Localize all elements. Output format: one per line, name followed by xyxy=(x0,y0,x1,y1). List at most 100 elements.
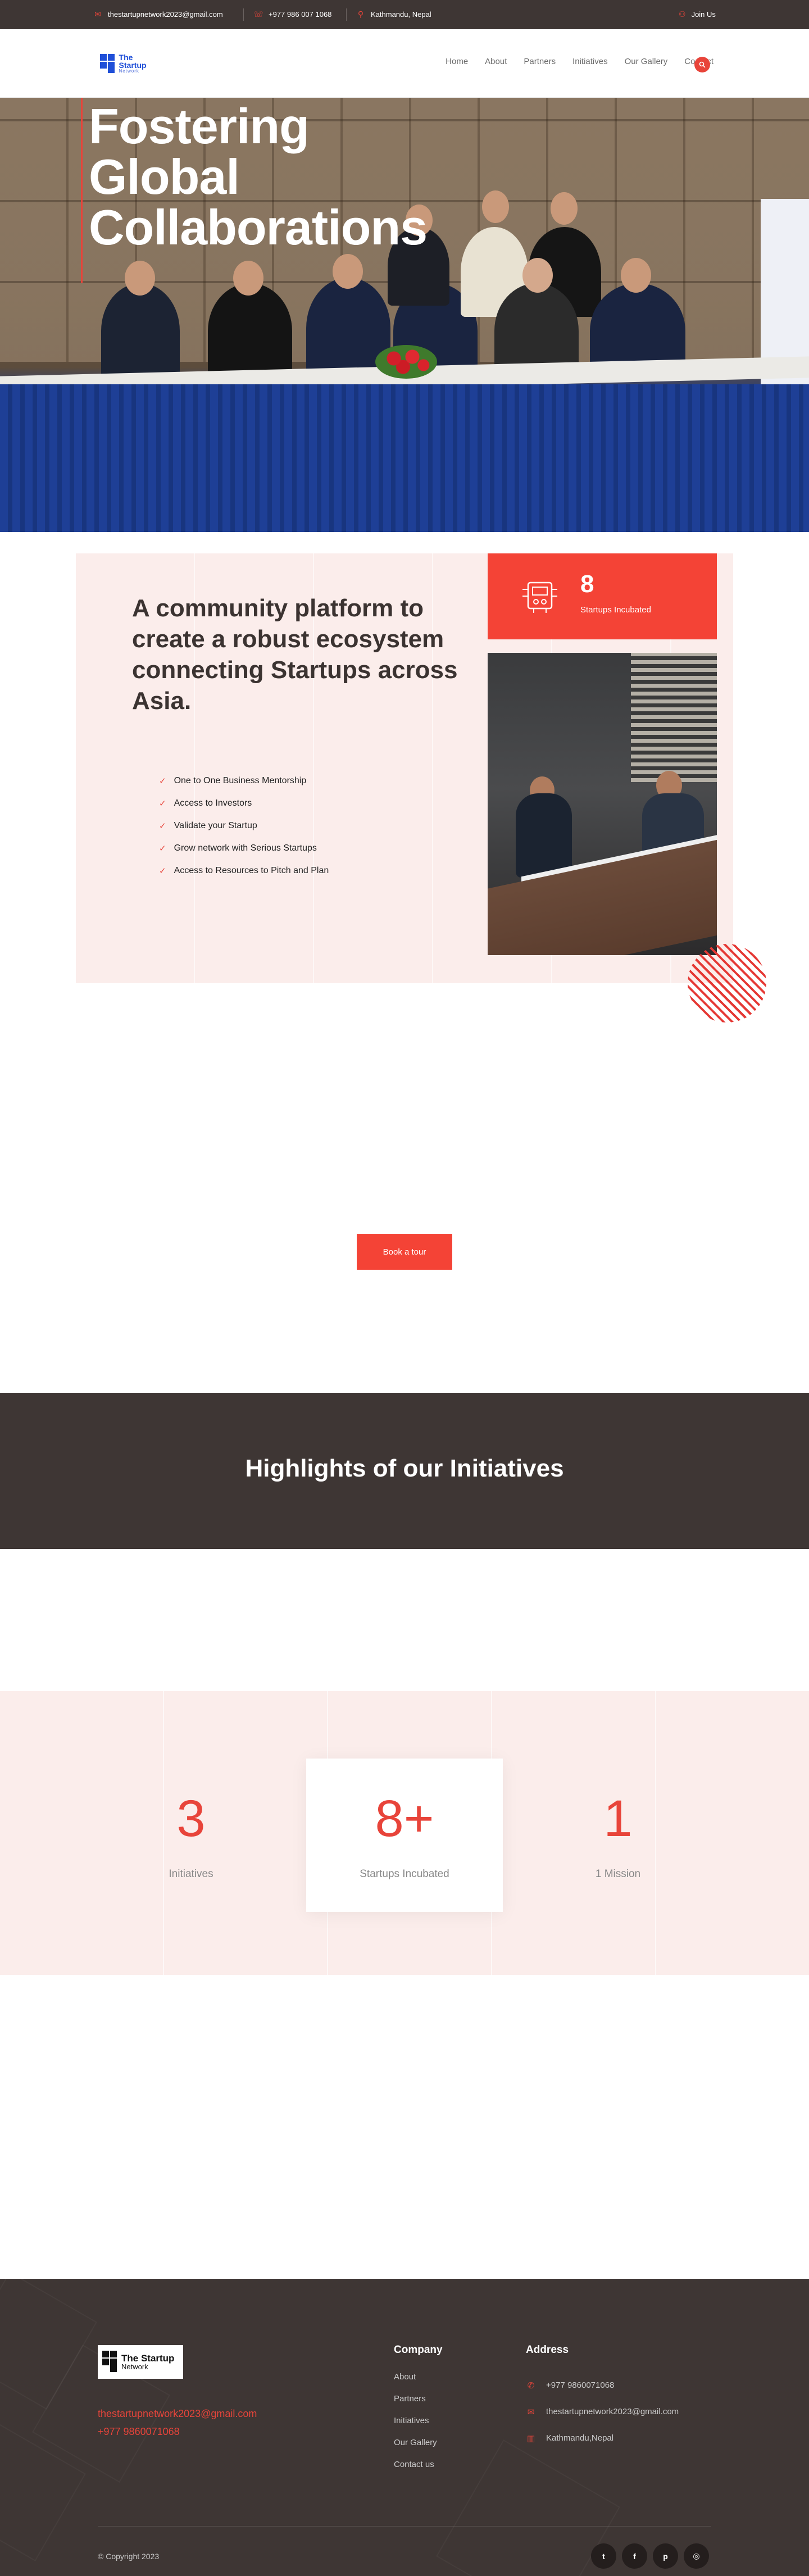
check-icon: ✓ xyxy=(159,821,166,831)
checklist-text: One to One Business Mentorship xyxy=(174,776,307,785)
nav-initiatives[interactable]: Initiatives xyxy=(572,57,608,66)
hero-title: Fostering Global Collaborations xyxy=(89,98,428,255)
instagram-icon[interactable]: ◎ xyxy=(684,2543,709,2569)
envelope-icon: ✉ xyxy=(94,10,101,19)
about-title: A community platform to create a robust … xyxy=(132,594,458,715)
meeting-photo xyxy=(488,653,717,955)
hero-table-cloth xyxy=(0,384,809,532)
checklist-item: ✓ Access to Resources to Pitch and Plan xyxy=(159,860,329,882)
check-icon: ✓ xyxy=(159,844,166,853)
footer-email-link[interactable]: thestartupnetwork2023@gmail.com xyxy=(98,2408,257,2420)
check-icon: ✓ xyxy=(159,799,166,808)
counter-mission: 1 1 Mission xyxy=(520,1759,716,1912)
footer-company-title: Company xyxy=(394,2344,443,2356)
top-bar: ✉ thestartupnetwork2023@gmail.com ☏ +977… xyxy=(0,0,809,29)
hero-person-head xyxy=(125,261,155,296)
envelope-icon: ✉ xyxy=(527,2407,535,2417)
hero-person-head xyxy=(233,261,263,296)
counter-label: Startups Incubated xyxy=(360,1868,449,1880)
footer-logo[interactable]: The Startup Network xyxy=(98,2345,183,2379)
social-links: t f p ◎ xyxy=(591,2543,709,2569)
nav-about[interactable]: About xyxy=(485,57,507,66)
divider xyxy=(243,8,244,21)
topbar-email[interactable]: ✉ thestartupnetwork2023@gmail.com xyxy=(93,10,223,19)
logo[interactable]: The Startup Network xyxy=(100,51,162,76)
footer-address: ✆ +977 9860071068 ✉ thestartupnetwork2023@… xyxy=(526,2372,679,2451)
logo-name: The Startup xyxy=(119,53,147,70)
logo-mark xyxy=(100,54,116,73)
incubator-icon xyxy=(522,581,557,613)
book-tour-button[interactable]: Book a tour xyxy=(357,1234,452,1270)
stat-number: 8 xyxy=(580,570,594,598)
footer-company-links: About Partners Initiatives Our Gallery C… xyxy=(394,2372,437,2482)
counter-label: 1 Mission xyxy=(595,1868,641,1880)
divider xyxy=(346,8,347,21)
twitter-icon[interactable]: t xyxy=(591,2543,616,2569)
footer-logo-text: The Startup Network xyxy=(121,2354,174,2370)
footer-phone-link[interactable]: +977 9860071068 xyxy=(98,2426,180,2438)
footer-address-email-text: thestartupnetwork2023@gmail.com xyxy=(546,2407,679,2416)
nav-partners[interactable]: Partners xyxy=(524,57,556,66)
user-icon: ⚇ xyxy=(679,10,686,19)
hero-accent-line xyxy=(81,98,83,283)
footer-link-initiatives[interactable]: Initiatives xyxy=(394,2416,429,2425)
join-us-link[interactable]: ⚇ Join Us xyxy=(679,10,716,19)
footer-link-about[interactable]: About xyxy=(394,2372,416,2382)
site-footer: The Startup Network thestartupnetwork202… xyxy=(0,2279,809,2576)
nav-home[interactable]: Home xyxy=(446,57,468,66)
checklist-text: Grow network with Serious Startups xyxy=(174,843,317,853)
decorative-hatch-circle xyxy=(688,944,766,1023)
highlights-title: Highlights of our Initiatives xyxy=(245,1455,564,1482)
hero-section: Fostering Global Collaborations xyxy=(0,98,809,532)
search-button[interactable] xyxy=(694,57,710,72)
footer-address-phone[interactable]: ✆ +977 9860071068 xyxy=(526,2372,679,2398)
counter-initiatives: 3 Initiatives xyxy=(93,1759,289,1912)
check-icon: ✓ xyxy=(159,776,166,786)
phone-icon: ✆ xyxy=(527,2380,535,2391)
hero-flowers xyxy=(375,345,437,379)
feature-checklist: ✓ One to One Business Mentorship ✓ Access … xyxy=(159,770,329,882)
footer-link-gallery[interactable]: Our Gallery xyxy=(394,2438,437,2447)
checklist-item: ✓ Grow network with Serious Startups xyxy=(159,837,329,860)
footer-link-contact[interactable]: Contact us xyxy=(394,2460,434,2469)
hero-title-line: Collaborations xyxy=(89,199,428,255)
hero-title-line: Fostering xyxy=(89,98,310,154)
logo-sub: Network xyxy=(119,69,139,74)
hero-person xyxy=(208,283,292,379)
facebook-icon[interactable]: f xyxy=(622,2543,647,2569)
footer-logo-sub: Network xyxy=(121,2363,148,2371)
logo-text: The Startup Network xyxy=(119,53,162,74)
footer-divider xyxy=(98,2526,711,2527)
footer-link-partners[interactable]: Partners xyxy=(394,2394,426,2404)
counter-startups: 8+ Startups Incubated xyxy=(306,1759,503,1912)
counter-label: Initiatives xyxy=(169,1868,213,1880)
footer-address-email[interactable]: ✉ thestartupnetwork2023@gmail.com xyxy=(526,2398,679,2425)
counter-value: 3 xyxy=(176,1790,206,1847)
footer-address-phone-text: +977 9860071068 xyxy=(546,2380,615,2390)
search-icon xyxy=(699,61,706,68)
topbar-location: ⚲ Kathmandu, Nepal xyxy=(356,10,431,19)
hero-person-head xyxy=(333,254,363,289)
hero-person xyxy=(101,283,180,379)
checklist-item: ✓ Validate your Startup xyxy=(159,815,329,837)
hero-person-head xyxy=(522,258,553,293)
hero-person-head xyxy=(551,192,578,225)
checklist-text: Access to Investors xyxy=(174,798,252,808)
nav-gallery[interactable]: Our Gallery xyxy=(625,57,668,66)
map-pin-icon: ⚲ xyxy=(357,10,364,19)
main-nav: Home About Partners Initiatives Our Gall… xyxy=(446,57,713,66)
checklist-item: ✓ One to One Business Mentorship xyxy=(159,770,329,792)
hero-person-head xyxy=(482,190,509,223)
footer-address-title: Address xyxy=(526,2344,569,2356)
hero-title-line: Global xyxy=(89,149,240,205)
counters-section: 3 Initiatives 8+ Startups Incubated 1 1 … xyxy=(0,1691,809,1975)
topbar-email-text: thestartupnetwork2023@gmail.com xyxy=(108,10,223,19)
copyright: © Copyright 2023 xyxy=(98,2552,160,2561)
counter-value: 8+ xyxy=(375,1790,434,1847)
checklist-text: Validate your Startup xyxy=(174,821,257,830)
checklist-text: Access to Resources to Pitch and Plan xyxy=(174,866,329,875)
pinterest-icon[interactable]: p xyxy=(653,2543,678,2569)
topbar-phone[interactable]: ☏ +977 986 007 1068 xyxy=(253,10,331,19)
site-header: The Startup Network Home About Partners … xyxy=(0,29,809,98)
checklist-item: ✓ Access to Investors xyxy=(159,792,329,815)
